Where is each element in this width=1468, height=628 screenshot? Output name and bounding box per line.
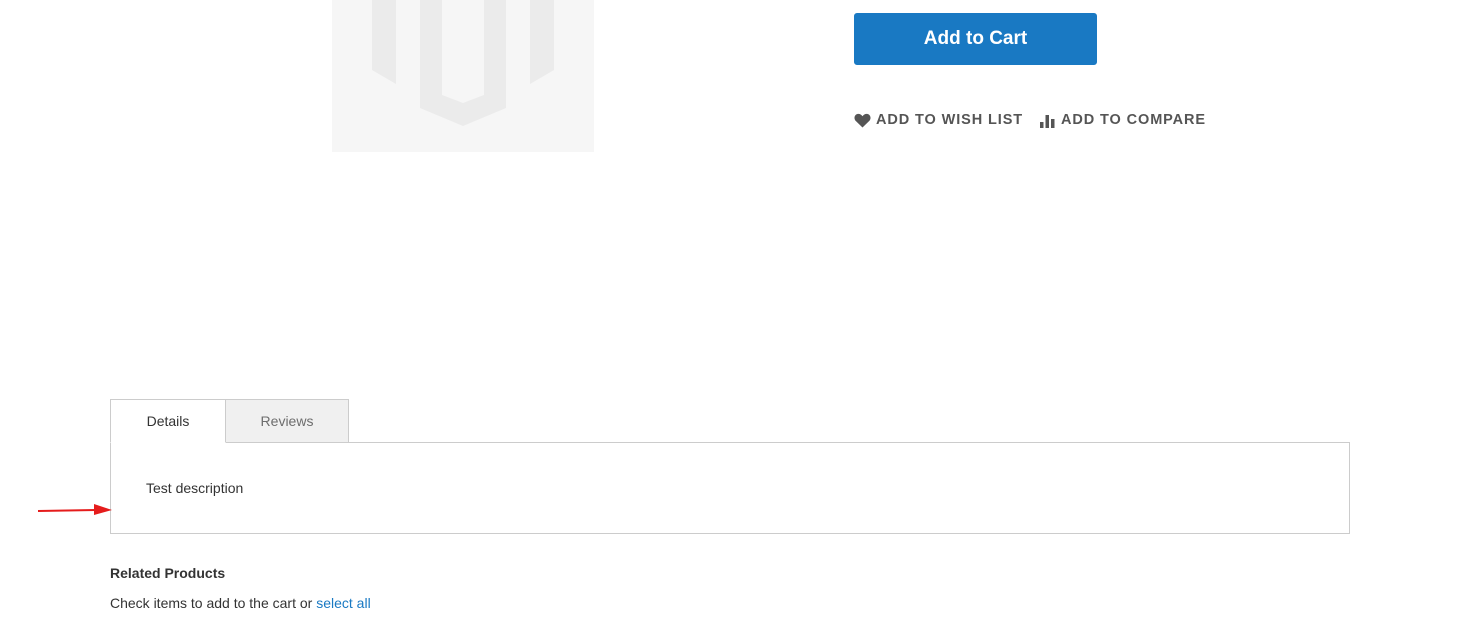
tab-reviews-label: Reviews [260,413,314,429]
tab-details-label: Details [146,413,190,429]
add-to-wishlist-label: Add to Wish List [876,112,1024,128]
add-to-compare-label: Add to Compare [1061,112,1206,128]
heart-icon [854,113,871,127]
details-tab-panel: Test description [110,442,1350,534]
select-all-link[interactable]: select all [316,595,370,611]
tab-reviews[interactable]: Reviews [225,399,349,443]
add-to-cart-button[interactable]: Add to Cart [854,13,1097,65]
related-products-title: Related Products [110,565,226,581]
related-hint-text: Check items to add to the cart or [110,595,313,611]
red-arrow-annotation [37,504,112,515]
product-image-placeholder [332,0,594,152]
related-products-hint: Check items to add to the cart or select… [110,595,371,611]
add-to-compare-link[interactable]: Add to Compare [1039,110,1206,130]
add-to-cart-label: Add to Cart [923,28,1028,49]
product-description: Test description [146,480,244,496]
tab-details[interactable]: Details [110,399,226,443]
bar-chart-icon [1040,114,1055,128]
add-to-wishlist-link[interactable]: Add to Wish List [854,110,1023,130]
magento-placeholder-logo [372,0,554,126]
